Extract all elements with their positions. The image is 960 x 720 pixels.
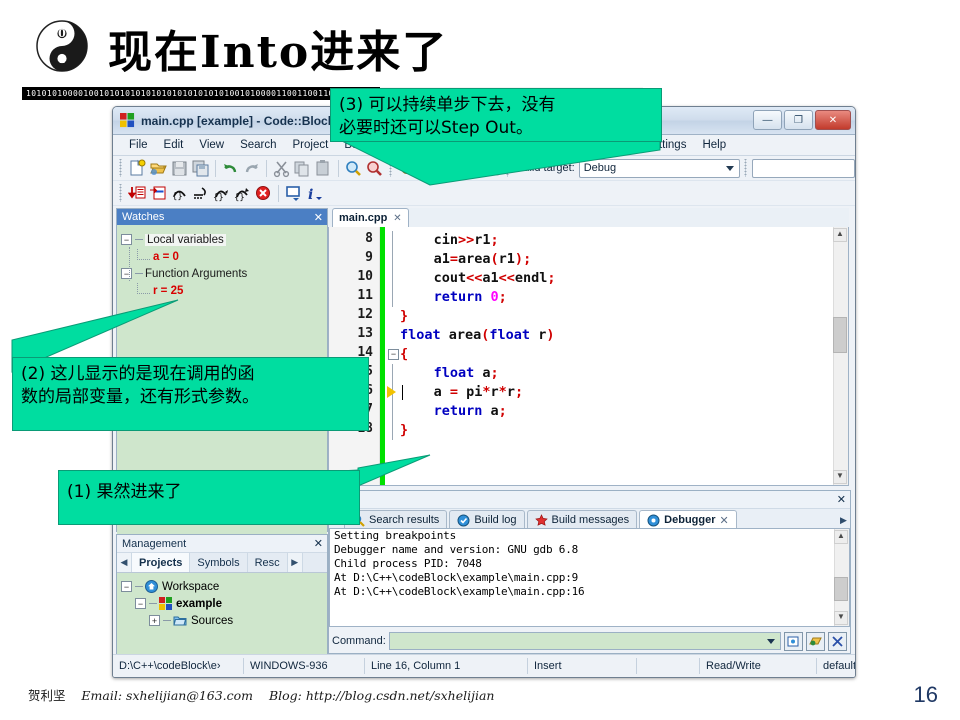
- callout-1: (1) 果然进来了: [58, 470, 360, 525]
- callout3-tail: [339, 139, 661, 186]
- callout-2-text: (2) 这儿显示的是现在调用的函 数的局部变量，还有形式参数。: [21, 364, 259, 407]
- slide-root: 0 1 现在Into进来了 10101010000100101010101010…: [0, 0, 960, 720]
- callout-1-text: (1) 果然进来了: [67, 482, 182, 502]
- callout-3-text: (3) 可以持续单步下去，没有 必要时还可以Step Out。: [339, 95, 556, 138]
- callout-3: (3) 可以持续单步下去，没有 必要时还可以Step Out。: [330, 88, 662, 142]
- callout-2: (2) 这儿显示的是现在调用的函 数的局部变量，还有形式参数。: [12, 357, 369, 431]
- callout1-tail-right: [357, 454, 431, 487]
